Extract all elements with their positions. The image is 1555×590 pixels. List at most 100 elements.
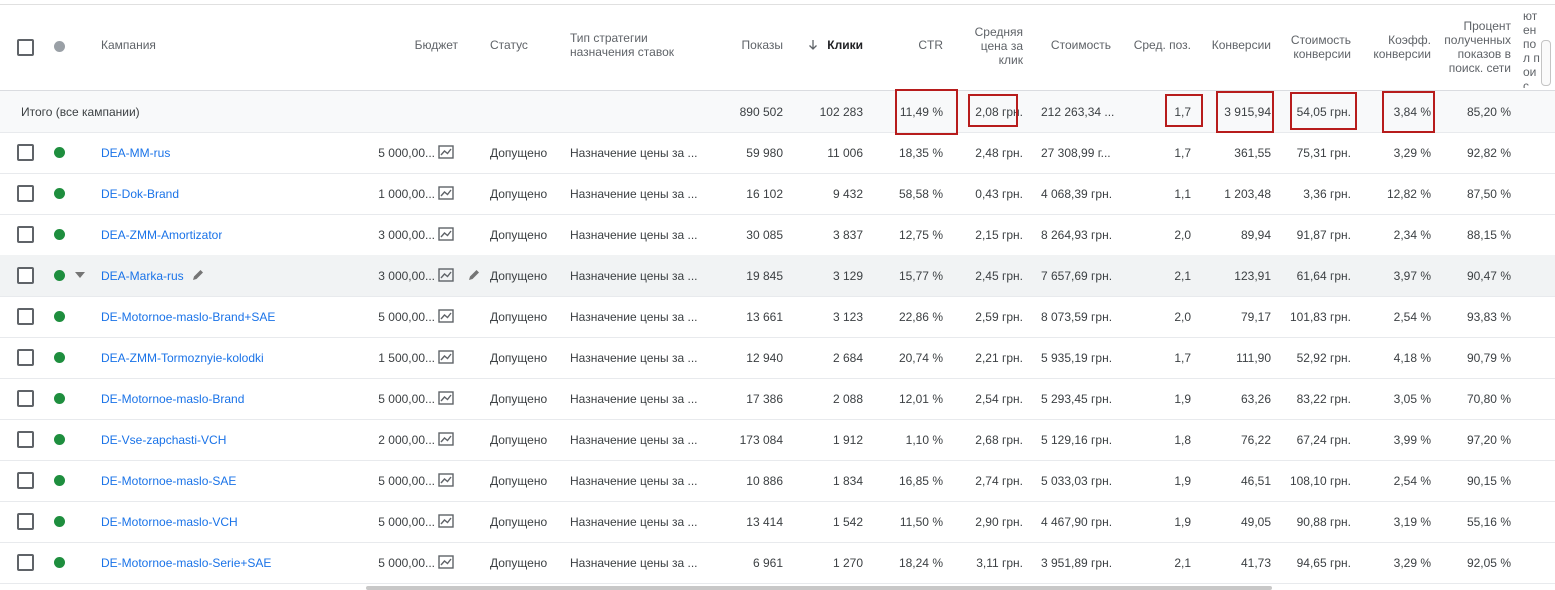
status-dot [54, 393, 65, 404]
header-avg-pos[interactable]: Сред. поз. [1125, 30, 1191, 60]
campaign-name-link[interactable]: DE-Vse-zapchasti-VCH [101, 419, 226, 460]
status-text: Допущено [490, 145, 548, 160]
header-search-share[interactable]: Процент полученных показов в поиск. сети [1440, 18, 1511, 76]
avg-cpc-value: 2,59 грн. [975, 309, 1023, 324]
search-share-value: 92,05 % [1466, 555, 1511, 570]
budget-value[interactable]: 5 000,00... [370, 460, 435, 501]
campaign-name-link[interactable]: DEA-MM-rus [101, 132, 170, 173]
pencil-icon[interactable] [467, 268, 481, 282]
budget-value[interactable]: 3 000,00... [370, 214, 435, 255]
row-checkbox[interactable] [17, 144, 34, 161]
header-conversions[interactable]: Конверсии [1200, 30, 1271, 60]
clicks-value: 11 006 [827, 145, 863, 160]
cost-conversion-value: 75,31 грн. [1296, 145, 1351, 160]
avg-pos-value: 1,7 [1174, 145, 1191, 160]
clicks-value: 9 432 [832, 186, 863, 201]
avg-pos-value: 2,1 [1174, 555, 1191, 570]
campaign-name-link[interactable]: DE-Motornoe-maslo-Brand [101, 378, 244, 419]
header-impressions[interactable]: Показы [720, 30, 783, 60]
clicks-value: 2 088 [832, 391, 863, 406]
search-share-value: 90,79 % [1466, 350, 1511, 365]
column-resize-handle[interactable] [1541, 40, 1551, 86]
header-avg-cpc[interactable]: Средняя цена за клик [960, 25, 1023, 67]
budget-value[interactable]: 5 000,00... [370, 296, 435, 337]
conv-rate-value: 3,19 % [1393, 514, 1431, 529]
avg-pos-value: 1,9 [1174, 473, 1191, 488]
clicks-value: 1 542 [832, 514, 863, 529]
chart-icon[interactable] [438, 350, 454, 364]
chart-icon[interactable] [438, 432, 454, 446]
chart-icon[interactable] [438, 514, 454, 528]
chart-icon[interactable] [438, 309, 454, 323]
total-clicks: 102 283 [819, 104, 863, 119]
header-cost[interactable]: Стоимость [1035, 30, 1111, 60]
status-dot [54, 516, 65, 527]
table-row: DE-Motornoe-maslo-Brand 5 000,00... Допуще… [0, 378, 1555, 420]
campaign-name-link[interactable]: DE-Motornoe-maslo-Serie+SAE [101, 542, 271, 583]
row-checkbox[interactable] [17, 431, 34, 448]
row-checkbox[interactable] [17, 185, 34, 202]
avg-pos-value: 2,0 [1174, 309, 1191, 324]
header-campaign[interactable]: Кампания [101, 30, 156, 60]
budget-value[interactable]: 1 000,00... [370, 173, 435, 214]
header-cost-conversion[interactable]: Стоимость конверсии [1282, 32, 1351, 62]
row-checkbox[interactable] [17, 390, 34, 407]
header-ctr[interactable]: CTR [890, 30, 943, 60]
cost-conversion-value: 108,10 грн. [1289, 473, 1351, 488]
header-clicks[interactable]: Клики [820, 30, 863, 60]
cost-conversion-value: 101,83 грн. [1289, 309, 1351, 324]
chart-icon[interactable] [438, 145, 454, 159]
header-strategy[interactable]: Тип стратегии назначения ставок [570, 30, 700, 60]
budget-value[interactable]: 1 500,00... [370, 337, 435, 378]
row-checkbox[interactable] [17, 472, 34, 489]
row-checkbox[interactable] [17, 226, 34, 243]
budget-value[interactable]: 3 000,00... [370, 255, 435, 296]
status-dot [54, 475, 65, 486]
budget-value[interactable]: 5 000,00... [370, 378, 435, 419]
campaign-name-link[interactable]: DE-Motornoe-maslo-SAE [101, 460, 236, 501]
budget-value[interactable]: 2 000,00... [370, 419, 435, 460]
campaign-name-link[interactable]: DEA-Marka-rus [101, 255, 184, 296]
chart-icon[interactable] [438, 391, 454, 405]
row-checkbox[interactable] [17, 349, 34, 366]
campaign-name-link[interactable]: DEA-ZMM-Amortizator [101, 214, 222, 255]
conversions-value: 361,55 [1234, 145, 1271, 160]
strategy-text: Назначение цены за ... [570, 432, 698, 447]
chart-icon[interactable] [438, 268, 454, 282]
header-partial-column[interactable]: П ютен пол поис (р [1523, 13, 1541, 88]
campaign-name-link[interactable]: DE-Motornoe-maslo-Brand+SAE [101, 296, 275, 337]
search-share-value: 93,83 % [1466, 309, 1511, 324]
row-checkbox[interactable] [17, 554, 34, 571]
chart-icon[interactable] [438, 227, 454, 241]
table-row: DE-Motornoe-maslo-Serie+SAE 5 000,00... До… [0, 542, 1555, 584]
budget-value[interactable]: 5 000,00... [370, 501, 435, 542]
row-checkbox[interactable] [17, 267, 34, 284]
budget-value[interactable]: 5 000,00... [370, 132, 435, 173]
pencil-icon[interactable] [191, 268, 205, 282]
row-checkbox[interactable] [17, 513, 34, 530]
status-text: Допущено [490, 432, 548, 447]
caret-down-icon[interactable] [75, 272, 85, 278]
header-budget[interactable]: Бюджет [380, 30, 458, 60]
horizontal-scrollbar[interactable] [366, 586, 1272, 590]
search-share-value: 97,20 % [1466, 432, 1511, 447]
budget-value[interactable]: 5 000,00... [370, 542, 435, 583]
select-all-checkbox[interactable] [17, 39, 34, 56]
arrow-down-icon[interactable] [806, 38, 820, 52]
campaign-name-link[interactable]: DE-Dok-Brand [101, 173, 179, 214]
ctr-value: 12,75 % [898, 227, 943, 242]
conversions-value: 49,05 [1240, 514, 1271, 529]
chart-icon[interactable] [438, 555, 454, 569]
highlight-box-cost-conversion [1290, 92, 1357, 130]
header-status[interactable]: Статус [490, 30, 528, 60]
ctr-value: 12,01 % [898, 391, 943, 406]
header-conv-rate[interactable]: Коэфф. конверсии [1365, 32, 1431, 62]
chart-icon[interactable] [438, 186, 454, 200]
campaign-name-link[interactable]: DEA-ZMM-Tormoznyie-kolodki [101, 337, 264, 378]
cost-value: 5 293,45 грн. [1041, 391, 1113, 406]
chart-icon[interactable] [438, 473, 454, 487]
row-checkbox[interactable] [17, 308, 34, 325]
campaign-name-link[interactable]: DE-Motornoe-maslo-VCH [101, 501, 238, 542]
conv-rate-value: 2,34 % [1393, 227, 1431, 242]
impressions-value: 13 414 [746, 514, 783, 529]
